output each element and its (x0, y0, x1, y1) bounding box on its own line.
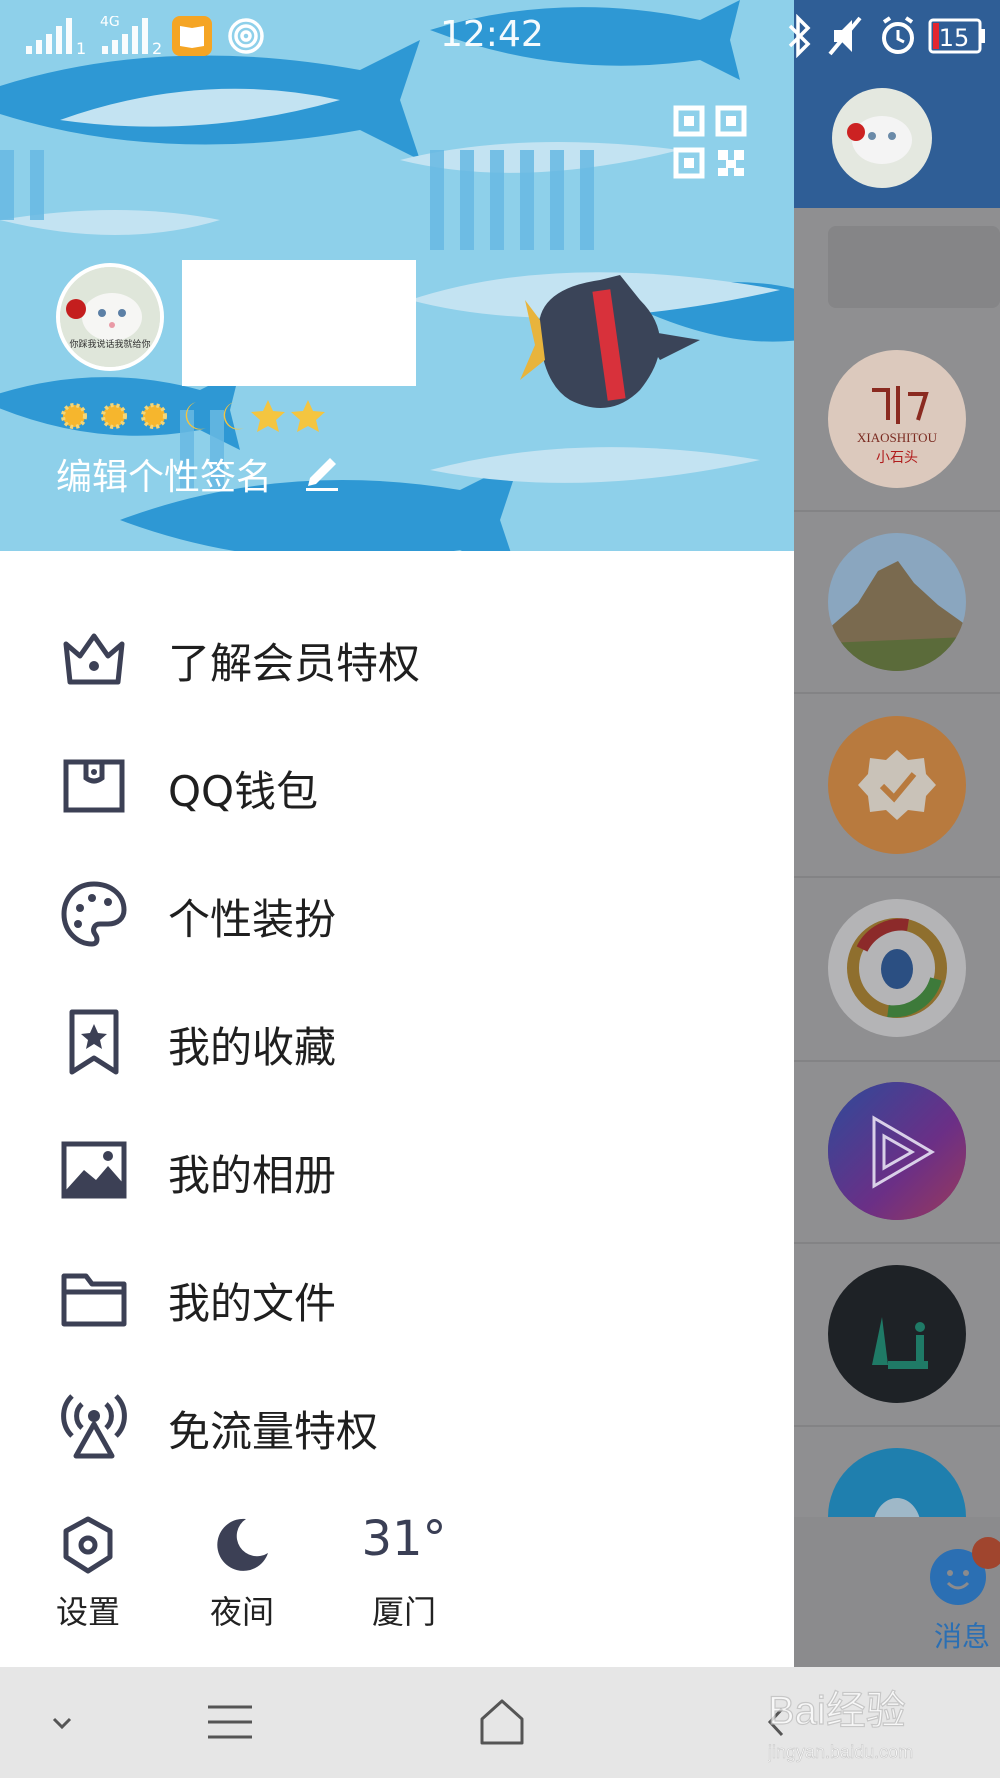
sun-badge-icon (61, 403, 87, 429)
right-search-box[interactable] (828, 226, 1000, 308)
wireless-icon (228, 18, 264, 54)
status-bar: 1 2 4G 12:42 15 (0, 0, 1000, 72)
contact-text-xiaoshitou-cn: 小石头 (876, 450, 918, 466)
sun-badge-icon (101, 403, 127, 429)
contact-avatar-li[interactable] (828, 1265, 966, 1403)
contact-text-xiaoshitou-en: XIAOSHITOU (857, 430, 938, 445)
menu-label: 我的文件 (168, 1279, 337, 1328)
menu-item-qq-wallet[interactable]: QQ钱包 (0, 728, 794, 838)
status-right-icons: 15 (788, 14, 985, 58)
temperature-value: 31° (361, 1511, 447, 1567)
row-divider (794, 1060, 1000, 1062)
signal-icons: 1 2 4G (26, 16, 264, 56)
menu-icon[interactable] (170, 1667, 290, 1778)
moon-badge-icon (185, 402, 206, 430)
crown-icon (63, 633, 125, 685)
clock: 12:42 (440, 14, 544, 55)
row-divider (794, 510, 1000, 512)
palette-icon (61, 881, 127, 947)
baidu-watermark: Bai经验 jingyan.baidu.com (767, 1672, 988, 1772)
home-icon[interactable] (442, 1667, 562, 1778)
menu-item-album[interactable]: 我的相册 (0, 1112, 794, 1222)
row-divider (794, 1242, 1000, 1244)
moon-badge-icon (223, 402, 244, 430)
settings-label: 设置 (55, 1593, 120, 1631)
battery-level: 15 (939, 24, 970, 52)
profile-avatar[interactable]: 你踩我说话我就给你 (56, 263, 164, 371)
watermark-text: Bai经验 (768, 1689, 906, 1733)
alarm-icon (882, 16, 914, 54)
signature-text[interactable]: 编辑个性签名 (56, 448, 272, 500)
bluetooth-icon (788, 14, 811, 58)
night-mode-button[interactable]: 夜间 (182, 1515, 302, 1645)
level-badges (56, 396, 336, 436)
menu-label: 了解会员特权 (168, 639, 421, 688)
profile-header: 你踩我说话我就给你 编辑个性签名 (0, 0, 794, 551)
row-divider (794, 876, 1000, 878)
avatar-caption: 你踩我说话我就给你 (69, 340, 151, 350)
chevron-down-icon[interactable] (2, 1667, 122, 1778)
night-mode-label: 夜间 (209, 1593, 274, 1631)
settings-button[interactable]: 设置 (28, 1515, 148, 1645)
nickname-redacted (182, 260, 416, 386)
wallet-icon (63, 759, 125, 813)
menu-item-vip-privileges[interactable]: 了解会员特权 (0, 600, 794, 710)
star-badge-icon (291, 400, 325, 432)
side-drawer: 你踩我说话我就给你 编辑个性签名 了解会员特权 QQ钱包 个性装扮 我的收藏 我… (0, 0, 794, 1667)
photo-icon (61, 1141, 127, 1199)
menu-label: 我的收藏 (168, 1023, 337, 1072)
weather-widget[interactable]: 31° 厦门 (344, 1511, 464, 1645)
pencil-icon[interactable] (302, 448, 342, 492)
folder-icon (61, 1273, 127, 1327)
right-header-avatar[interactable] (832, 88, 932, 188)
broadcast-icon (61, 1394, 127, 1459)
city-label: 厦门 (371, 1593, 436, 1631)
settings-hexagon-icon (63, 1516, 113, 1574)
menu-label: 免流量特权 (168, 1407, 379, 1456)
star-badge-icon (251, 400, 285, 432)
contact-avatar-verified[interactable] (828, 716, 966, 854)
contact-avatar-qq-circle[interactable] (828, 899, 966, 1037)
sim2-label: 2 (152, 39, 162, 56)
menu-item-free-data[interactable]: 免流量特权 (0, 1368, 794, 1478)
sun-badge-icon (141, 403, 167, 429)
contact-avatar-xiaoshitou[interactable]: XIAOSHITOU 小石头 (828, 350, 966, 488)
network-type-label: 4G (100, 16, 120, 30)
menu-label: 个性装扮 (168, 895, 337, 944)
qr-code-icon[interactable] (672, 104, 748, 180)
mute-icon (828, 16, 862, 56)
message-tab-label[interactable]: 消息 (934, 1615, 990, 1655)
sim1-label: 1 (76, 39, 86, 56)
menu-label: 我的相册 (168, 1151, 337, 1200)
menu-item-personalize[interactable]: 个性装扮 (0, 856, 794, 966)
message-tab-icon[interactable] (926, 1537, 1000, 1611)
row-divider (794, 692, 1000, 694)
contact-avatar-video[interactable] (828, 1082, 966, 1220)
moon-icon (217, 1518, 268, 1571)
watermark-url: jingyan.baidu.com (768, 1742, 913, 1762)
menu-item-favorites[interactable]: 我的收藏 (0, 984, 794, 1094)
menu-label: QQ钱包 (168, 767, 319, 816)
row-divider (794, 1425, 1000, 1427)
conversation-list-background: XIAOSHITOU 小石头 消息 (794, 0, 1000, 1667)
menu-item-files[interactable]: 我的文件 (0, 1240, 794, 1350)
contact-avatar-mountain[interactable] (828, 533, 966, 671)
bookmark-star-icon (69, 1009, 119, 1075)
